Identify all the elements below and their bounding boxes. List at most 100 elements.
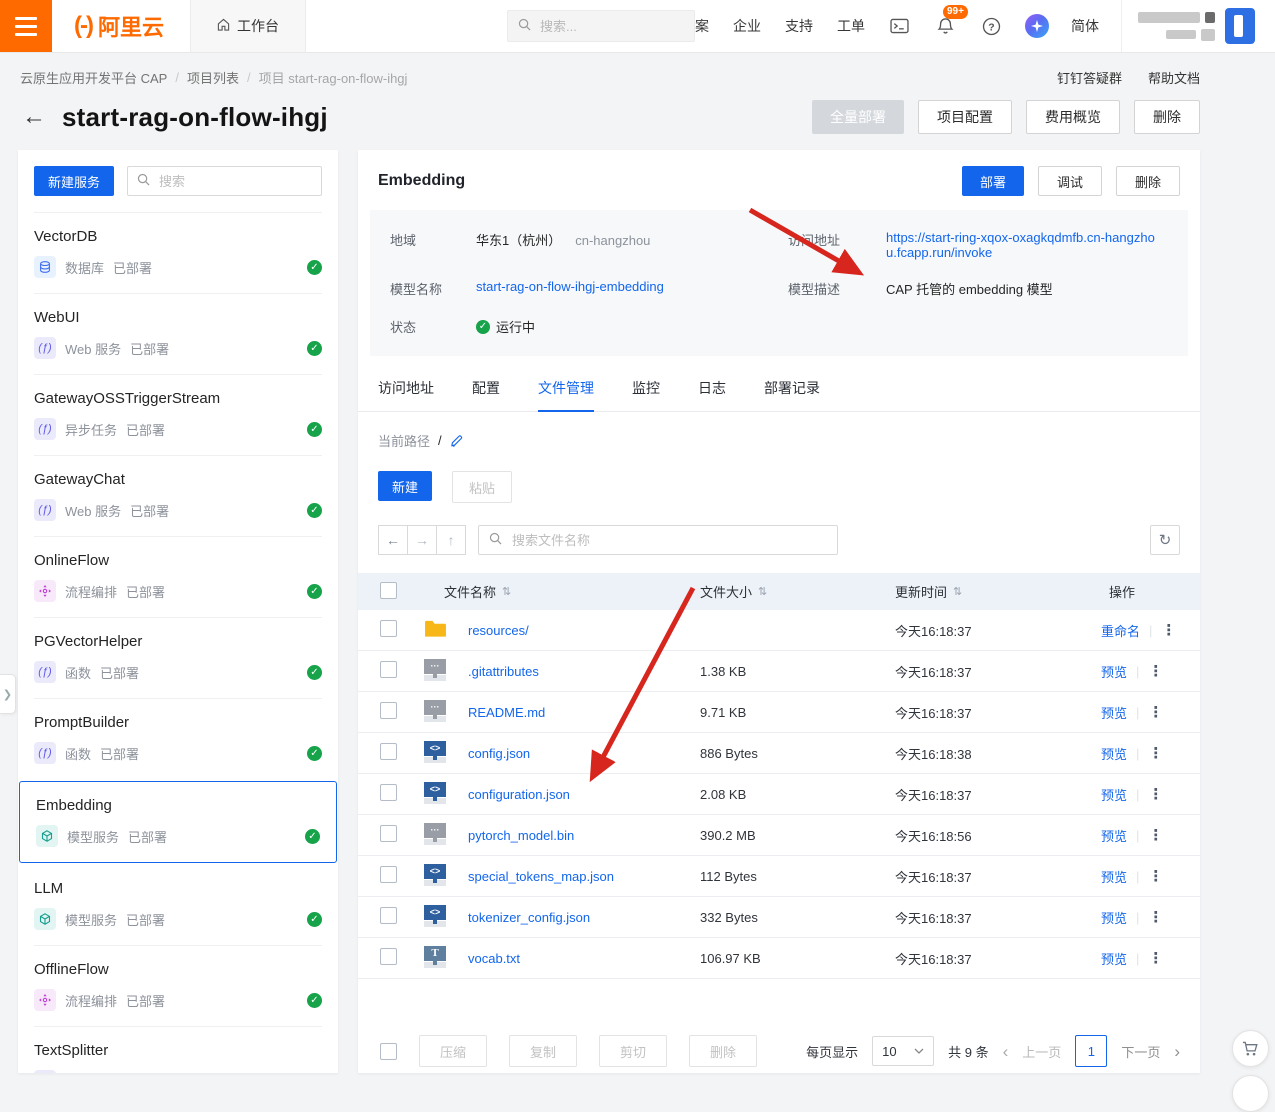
help-icon[interactable]: ?: [979, 14, 1003, 38]
history-forward-button[interactable]: →: [407, 525, 437, 555]
tab-文件管理[interactable]: 文件管理: [538, 378, 594, 412]
file-name-link[interactable]: vocab.txt: [468, 951, 700, 966]
row-checkbox[interactable]: [380, 620, 397, 637]
row-checkbox[interactable]: [380, 907, 397, 924]
service-search[interactable]: [127, 166, 322, 196]
tab-部署记录[interactable]: 部署记录: [764, 378, 820, 411]
file-name-link[interactable]: special_tokens_map.json: [468, 869, 700, 884]
hamburger-menu-icon[interactable]: [0, 0, 52, 52]
sidebar-item-vectordb[interactable]: VectorDB 数据库 已部署 ✓: [18, 213, 338, 293]
batch-button-剪切[interactable]: 剪切: [599, 1035, 668, 1067]
more-actions-icon[interactable]: ⋮: [1148, 746, 1163, 761]
more-actions-icon[interactable]: ⋮: [1148, 869, 1163, 884]
sidebar-item-llm[interactable]: LLM 模型服务 已部署 ✓: [18, 865, 338, 945]
select-all-checkbox[interactable]: [380, 581, 397, 599]
refresh-icon[interactable]: ↻: [1150, 525, 1180, 555]
row-action-link[interactable]: 预览: [1101, 826, 1127, 845]
project-config-button[interactable]: 项目配置: [918, 100, 1012, 134]
sidebar-item-gatewayosstriggerstream[interactable]: GatewayOSSTriggerStream (ƒ) 异步任务 已部署 ✓: [18, 375, 338, 455]
more-actions-icon[interactable]: ⋮: [1161, 623, 1176, 638]
global-search[interactable]: [507, 10, 695, 42]
row-action-link[interactable]: 预览: [1101, 703, 1127, 722]
more-actions-icon[interactable]: ⋮: [1148, 787, 1163, 802]
batch-button-压缩[interactable]: 压缩: [419, 1035, 488, 1067]
tab-监控[interactable]: 监控: [632, 378, 660, 411]
notification-bell-icon[interactable]: 99+: [933, 5, 968, 38]
deploy-all-button[interactable]: 全量部署: [812, 100, 904, 134]
sidebar-item-offlineflow[interactable]: OfflineFlow 流程编排 已部署 ✓: [18, 946, 338, 1026]
delete-service-button[interactable]: 删除: [1115, 166, 1180, 196]
new-service-button[interactable]: 新建服务: [34, 166, 115, 196]
row-checkbox[interactable]: [380, 825, 397, 842]
file-search-input[interactable]: [510, 531, 827, 549]
file-search[interactable]: [478, 525, 838, 555]
current-page[interactable]: 1: [1075, 1035, 1108, 1067]
batch-button-删除[interactable]: 删除: [689, 1035, 758, 1067]
breadcrumb-item[interactable]: 云原生应用开发平台 CAP: [20, 68, 167, 87]
column-file-name[interactable]: 文件名称 ⇅: [424, 582, 700, 601]
row-checkbox[interactable]: [380, 866, 397, 883]
model-name-link[interactable]: start-rag-on-flow-ihgj-embedding: [476, 279, 788, 294]
nav-link[interactable]: 企业: [733, 16, 761, 36]
aliyun-logo[interactable]: (-) 阿里云: [52, 10, 190, 42]
tab-配置[interactable]: 配置: [472, 378, 500, 411]
history-back-button[interactable]: ←: [378, 525, 408, 555]
file-name-link[interactable]: config.json: [468, 746, 700, 761]
parent-dir-button[interactable]: ↑: [436, 525, 466, 555]
row-action-link[interactable]: 预览: [1101, 867, 1127, 886]
endpoint-link[interactable]: https://start-ring-xqox-oxagkqdmfb.cn-ha…: [886, 230, 1188, 260]
debug-button[interactable]: 调试: [1037, 166, 1102, 196]
file-name-link[interactable]: README.md: [468, 705, 700, 720]
row-action-link[interactable]: 预览: [1101, 744, 1127, 763]
more-actions-icon[interactable]: ⋮: [1148, 664, 1163, 679]
sidebar-item-textsplitter[interactable]: TextSplitter (ƒ) 函数 已部署 ✓: [18, 1027, 338, 1073]
more-actions-icon[interactable]: ⋮: [1148, 705, 1163, 720]
service-search-input[interactable]: [157, 172, 312, 190]
workbench-button[interactable]: 工作台: [190, 0, 306, 52]
row-action-link[interactable]: 预览: [1101, 908, 1127, 927]
row-checkbox[interactable]: [380, 661, 397, 678]
deploy-button[interactable]: 部署: [961, 166, 1024, 196]
more-actions-icon[interactable]: ⋮: [1148, 951, 1163, 966]
row-checkbox[interactable]: [380, 948, 397, 965]
row-action-link[interactable]: 预览: [1101, 662, 1127, 681]
footer-select-all-checkbox[interactable]: [380, 1042, 397, 1060]
help-doc-link[interactable]: 帮助文档: [1148, 68, 1200, 87]
sidebar-item-promptbuilder[interactable]: PromptBuilder (ƒ) 函数 已部署 ✓: [18, 699, 338, 779]
prev-page-arrow-icon[interactable]: ‹: [1003, 1043, 1009, 1060]
nav-link[interactable]: 工单: [837, 16, 865, 36]
file-name-link[interactable]: resources/: [468, 623, 700, 638]
nav-link[interactable]: 支持: [785, 16, 813, 36]
edit-path-icon[interactable]: [450, 434, 463, 447]
more-actions-icon[interactable]: ⋮: [1148, 910, 1163, 925]
terminal-icon[interactable]: [887, 14, 911, 38]
sidebar-item-embedding[interactable]: Embedding 模型服务 已部署 ✓: [19, 781, 337, 863]
row-action-link[interactable]: 重命名: [1101, 621, 1140, 640]
tab-访问地址[interactable]: 访问地址: [378, 378, 434, 411]
next-page-arrow-icon[interactable]: ›: [1174, 1043, 1180, 1060]
ai-assistant-icon[interactable]: [1025, 14, 1049, 38]
dingtalk-group-link[interactable]: 钉钉答疑群: [1057, 68, 1122, 87]
file-name-link[interactable]: tokenizer_config.json: [468, 910, 700, 925]
global-search-input[interactable]: [538, 17, 662, 35]
sidebar-item-onlineflow[interactable]: OnlineFlow 流程编排 已部署 ✓: [18, 537, 338, 617]
file-name-link[interactable]: pytorch_model.bin: [468, 828, 700, 843]
more-actions-icon[interactable]: ⋮: [1148, 828, 1163, 843]
panel-expand-handle[interactable]: ❯: [0, 674, 16, 714]
column-file-size[interactable]: 文件大小 ⇅: [700, 582, 895, 601]
sidebar-item-webui[interactable]: WebUI (ƒ) Web 服务 已部署 ✓: [18, 294, 338, 374]
row-action-link[interactable]: 预览: [1101, 949, 1127, 968]
cost-overview-button[interactable]: 费用概览: [1026, 100, 1120, 134]
file-name-link[interactable]: .gitattributes: [468, 664, 700, 679]
back-arrow-icon[interactable]: ←: [22, 105, 46, 129]
sidebar-item-pgvectorhelper[interactable]: PGVectorHelper (ƒ) 函数 已部署 ✓: [18, 618, 338, 698]
breadcrumb-item[interactable]: 项目列表: [187, 68, 239, 87]
row-action-link[interactable]: 预览: [1101, 785, 1127, 804]
next-page-button[interactable]: 下一页: [1121, 1042, 1160, 1061]
row-checkbox[interactable]: [380, 784, 397, 801]
tab-日志[interactable]: 日志: [698, 378, 726, 411]
row-checkbox[interactable]: [380, 743, 397, 760]
batch-button-复制[interactable]: 复制: [509, 1035, 578, 1067]
column-update-time[interactable]: 更新时间 ⇅: [895, 582, 1095, 601]
language-switch[interactable]: 简体: [1071, 16, 1099, 36]
